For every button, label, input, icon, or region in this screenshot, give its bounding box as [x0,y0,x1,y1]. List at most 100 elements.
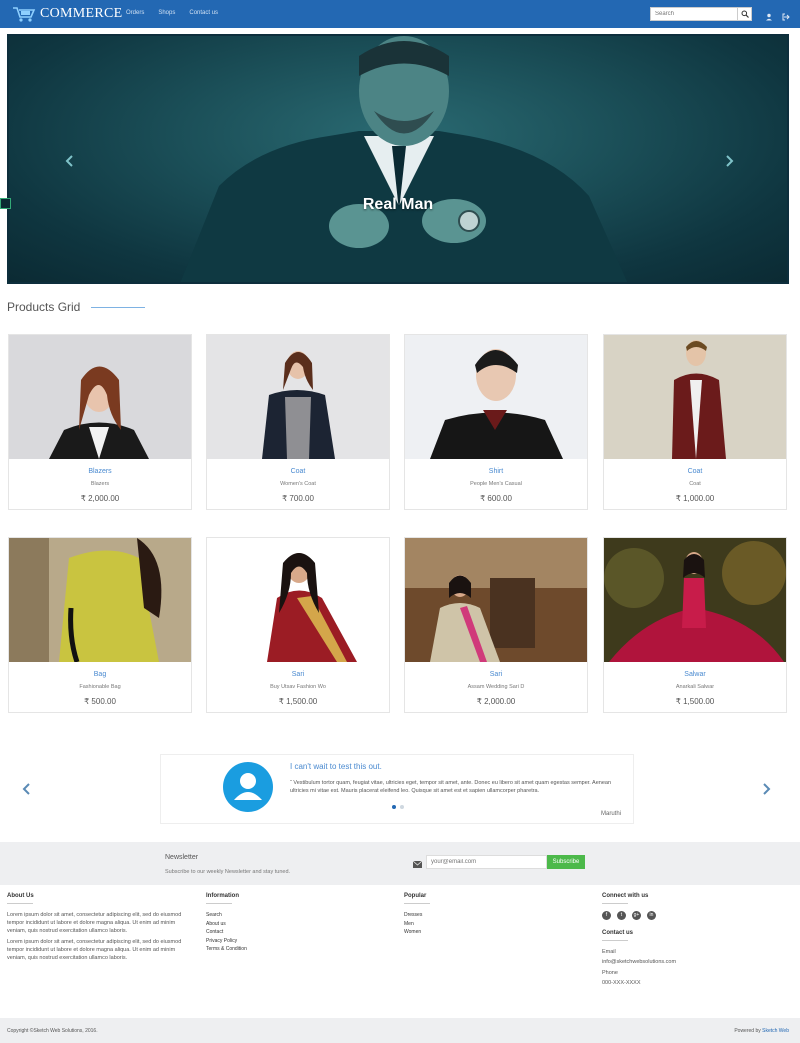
newsletter-subtitle: Subscribe to our weekly Newsletter and s… [165,869,291,875]
search-button[interactable] [737,8,751,20]
footer-popular-heading: Popular [404,893,427,899]
email-value[interactable]: info@sketchwebsolutions.com [602,958,782,966]
search-bar [650,7,752,21]
footer-link-privacy[interactable]: Privacy Policy [206,937,356,946]
product-card[interactable]: Shirt People Men's Casual ₹ 600.00 [404,334,588,510]
side-toggle-tab[interactable] [0,198,11,209]
footer-link-terms[interactable]: Terms & Condition [206,945,356,954]
product-card[interactable]: Coat Coat ₹ 1,000.00 [603,334,787,510]
powered-by-prefix: Powered by [734,1028,763,1034]
product-image[interactable] [9,335,191,459]
product-price: ₹ 700.00 [282,494,314,503]
product-name[interactable]: Shirt [405,468,587,475]
product-image[interactable] [9,538,191,662]
product-image[interactable] [207,538,389,662]
product-card[interactable]: Coat Women's Coat ₹ 700.00 [206,334,390,510]
product-card[interactable]: Bag Fashionable Bag ₹ 500.00 [8,537,192,713]
product-image[interactable] [604,335,786,459]
nav-orders[interactable]: Orders [126,10,144,16]
product-name[interactable]: Coat [207,468,389,475]
footer-link-about[interactable]: About us [206,920,356,929]
newsletter-title: Newsletter [165,854,199,861]
heading-underline [602,903,628,904]
brand-name: COMMERCE [40,6,123,21]
footer-link-contact[interactable]: Contact [206,928,356,937]
testimonial-prev-arrow[interactable] [22,782,31,798]
product-category: Blazers [90,481,110,487]
main-nav: Orders Shops Contact us [126,10,218,16]
testimonial-title: I can't wait to test this out. [290,762,382,771]
product-card[interactable]: Sari Buy Utsav Fashion Wo ₹ 1,500.00 [206,537,390,713]
newsletter-bar: Newsletter Subscribe to our weekly Newsl… [0,842,800,885]
testimonial-text: “ Vestibulum tortor quam, feugiat vitae,… [290,779,620,795]
chevron-left-icon [22,783,30,795]
heading-underline [206,903,232,904]
google-plus-icon[interactable]: g+ [632,911,641,920]
product-card[interactable]: Blazers Blazers ₹ 2,000.00 [8,334,192,510]
product-price: ₹ 500.00 [84,697,116,706]
product-price: ₹ 2,000.00 [476,697,516,706]
footer-information: Information Search About us Contact Priv… [206,893,356,954]
hero-prev-arrow[interactable] [64,154,74,173]
footer-information-heading: Information [206,893,239,899]
footer-link-men[interactable]: Men [404,920,554,929]
twitter-icon[interactable]: t [617,911,626,920]
product-name[interactable]: Coat [604,468,786,475]
product-price: ₹ 1,500.00 [675,697,715,706]
search-icon [741,10,749,18]
footer-link-dresses[interactable]: Dresses [404,911,554,920]
footer-popular: Popular Dresses Men Women [404,893,554,937]
social-links: f t g+ in [602,911,782,920]
testimonial-dot[interactable] [392,805,396,809]
search-input[interactable] [651,8,737,20]
product-name[interactable]: Salwar [604,671,786,678]
hero-carousel[interactable]: Real Man [7,34,789,284]
product-image[interactable] [604,538,786,662]
product-image[interactable] [405,335,587,459]
email-label: Email [602,949,616,955]
nav-shops[interactable]: Shops [158,10,175,16]
envelope-icon [412,857,423,868]
powered-by-link[interactable]: Sketch Web [762,1028,789,1034]
phone-value: 000-XXX-XXXX [602,980,641,986]
hero-title: Real Man [362,196,434,213]
linkedin-icon[interactable]: in [647,911,656,920]
product-category: Anarkali Salwar [675,684,715,690]
login-icon[interactable] [781,9,791,21]
title-underline [91,307,145,308]
footer-about: About Us Lorem ipsum dolor sit amet, con… [7,893,183,962]
testimonial-next-arrow[interactable] [762,782,771,798]
nav-contact[interactable]: Contact us [189,10,218,16]
products-section-title: Products Grid [7,300,81,314]
product-name[interactable]: Blazers [9,468,191,475]
testimonial-dot[interactable] [400,805,404,809]
footer-link-search[interactable]: Search [206,911,356,920]
product-name[interactable]: Bag [9,671,191,678]
footer-link-women[interactable]: Women [404,928,554,937]
newsletter-email-input[interactable] [426,855,547,869]
product-image[interactable] [207,335,389,459]
product-category: Coat [689,481,701,487]
hero-next-arrow[interactable] [725,154,735,173]
testimonial-avatar [223,762,273,812]
product-price: ₹ 2,000.00 [80,494,120,503]
product-image[interactable] [405,538,587,662]
copyright-bar: Copyright ©Sketch Web Solutions, 2016. P… [0,1018,800,1043]
product-card[interactable]: Sari Assam Wedding Sari D ₹ 2,000.00 [404,537,588,713]
top-navbar: COMMERCE Orders Shops Contact us [0,0,800,28]
facebook-icon[interactable]: f [602,911,611,920]
brand-logo[interactable]: COMMERCE [12,5,123,23]
heading-underline [404,903,430,904]
product-category: People Men's Casual [470,481,522,487]
phone-label: Phone [602,970,618,976]
product-card[interactable]: Salwar Anarkali Salwar ₹ 1,500.00 [603,537,787,713]
product-name[interactable]: Sari [207,671,389,678]
chevron-right-icon [726,155,734,167]
subscribe-button[interactable]: Subscribe [547,855,585,869]
product-price: ₹ 600.00 [480,494,512,503]
product-name[interactable]: Sari [405,671,587,678]
user-icon[interactable] [764,9,774,21]
footer-about-text: Lorem ipsum dolor sit amet, consectetur … [7,912,182,934]
product-category: Assam Wedding Sari D [467,684,525,690]
heading-underline [602,940,628,941]
